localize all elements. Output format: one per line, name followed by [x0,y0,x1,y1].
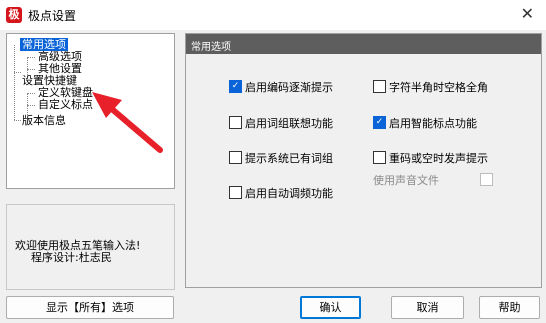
panel-header: 常用选项 [186,34,541,54]
checkbox-icon[interactable] [229,186,242,199]
panel-title: 常用选项 [191,42,231,53]
option-label: 启用智能标点功能 [389,117,477,130]
option-label: 启用编码逐渐提示 [245,81,333,94]
checkbox-icon[interactable] [229,151,242,164]
option-label: 字符半角时空格全角 [389,81,488,94]
cancel-button[interactable]: 取消 [391,296,464,319]
show-all-options-button[interactable]: 显示【所有】选项 [6,296,174,319]
checkbox-checked-icon[interactable]: ✓ [229,80,242,93]
option-label: 提示系统已有词组 [245,152,333,165]
checkbox-icon[interactable] [373,151,386,164]
checkbox-icon[interactable] [373,80,386,93]
common-options-panel: 常用选项 ✓ 启用编码逐渐提示 字符半角时空格全角 启用词组联想功能 ✓ 启用智… [185,33,542,288]
ok-button[interactable]: 确认 [300,296,361,319]
option-label: 使用声音文件 [373,174,439,187]
checkbox-checked-icon[interactable]: ✓ [373,116,386,129]
author-text: 程序设计:杜志民 [31,251,112,264]
checkbox-icon[interactable] [229,116,242,129]
help-button[interactable]: 帮助 [479,296,540,319]
option-label: 重码或空时发声提示 [389,152,488,165]
option-label: 启用词组联想功能 [245,117,333,130]
option-label: 启用自动调频功能 [245,187,333,200]
checkbox-disabled-icon[interactable] [480,173,493,186]
welcome-info-box: 欢迎使用极点五笔输入法! 程序设计:杜志民 [6,204,175,290]
